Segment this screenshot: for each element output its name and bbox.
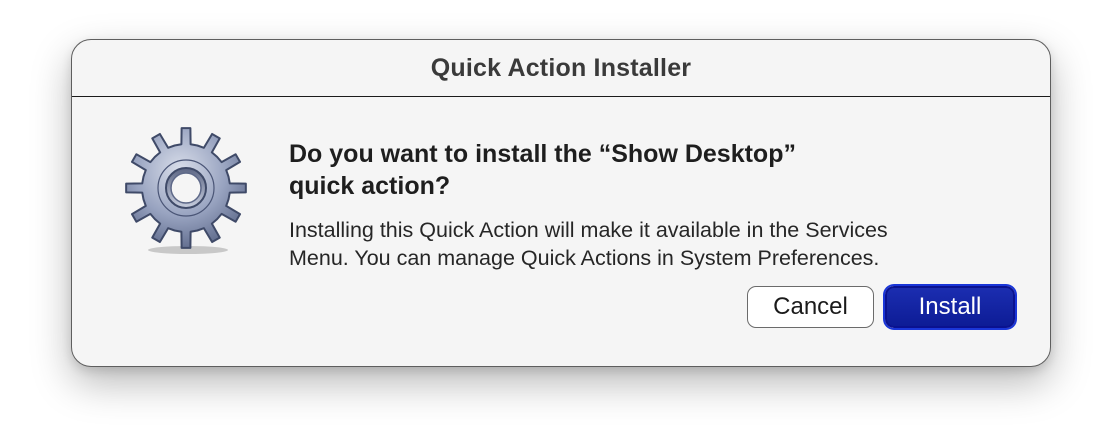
dialog-title: Quick Action Installer bbox=[430, 53, 692, 82]
cancel-button[interactable]: Cancel bbox=[747, 286, 874, 328]
installer-dialog: Quick Action Installer Do you want to in… bbox=[71, 39, 1051, 367]
dialog-headline: Do you want to install the “Show Desktop… bbox=[289, 138, 929, 202]
gear-icon bbox=[122, 126, 250, 254]
title-bar: Quick Action Installer bbox=[72, 40, 1050, 97]
message-line-2: Menu. You can manage Quick Actions in Sy… bbox=[289, 245, 880, 270]
headline-line-1: Do you want to install the “Show Desktop… bbox=[289, 140, 796, 168]
message-line-1: Installing this Quick Action will make i… bbox=[289, 218, 888, 242]
dialog-message: Installing this Quick Action will make i… bbox=[289, 217, 989, 272]
headline-line-2: quick action? bbox=[289, 172, 451, 200]
install-button[interactable]: Install bbox=[885, 286, 1015, 328]
